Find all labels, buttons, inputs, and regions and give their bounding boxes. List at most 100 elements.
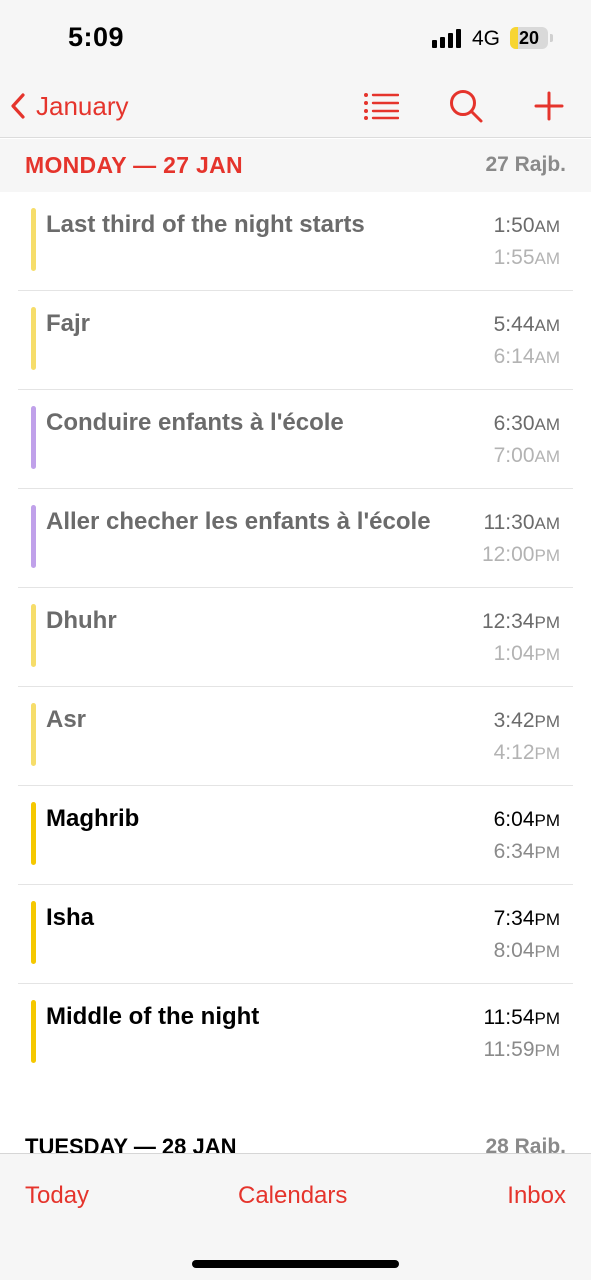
chevron-left-icon bbox=[11, 93, 25, 119]
end-time-value: 7:00 bbox=[493, 444, 535, 467]
day-header: MONDAY — 27 JAN 27 Rajb. bbox=[0, 139, 591, 192]
event-title: Last third of the night starts bbox=[46, 211, 365, 238]
event-title: Aller checher les enfants à l'école bbox=[46, 508, 431, 535]
end-time-ampm: AM bbox=[534, 447, 561, 466]
start-time-ampm: AM bbox=[534, 316, 561, 335]
event-start-time: 1:50AM bbox=[494, 214, 560, 238]
search-icon bbox=[450, 90, 483, 123]
calendar-color-bar bbox=[31, 307, 36, 370]
cellular-signal-icon bbox=[432, 28, 464, 48]
event-row[interactable]: Isha 7:34PM 8:04PM bbox=[0, 885, 591, 984]
start-time-value: 6:30 bbox=[493, 412, 535, 435]
event-row[interactable]: Last third of the night starts 1:50AM 1:55… bbox=[0, 192, 591, 291]
start-time-ampm: PM bbox=[534, 1009, 561, 1028]
event-row[interactable]: Aller checher les enfants à l'école 11:30… bbox=[0, 489, 591, 588]
event-row[interactable]: Fajr 5:44AM 6:14AM bbox=[0, 291, 591, 390]
start-time-ampm: PM bbox=[534, 613, 561, 632]
event-list: Last third of the night starts 1:50AM 1:55… bbox=[0, 192, 591, 1083]
back-button[interactable]: January bbox=[10, 84, 129, 128]
status-bar: 5:09 4G 20 bbox=[0, 0, 591, 76]
hijri-date: 27 Rajb. bbox=[485, 153, 566, 176]
search-button[interactable] bbox=[446, 86, 486, 126]
event-title: Dhuhr bbox=[46, 607, 117, 634]
event-row[interactable]: Conduire enfants à l'école 6:30AM 7:00AM bbox=[0, 390, 591, 489]
end-time-value: 12:00 bbox=[481, 543, 535, 566]
event-title: Middle of the night bbox=[46, 1003, 260, 1030]
start-time-value: 11:54 bbox=[483, 1006, 535, 1029]
add-event-button[interactable] bbox=[529, 86, 569, 126]
calendar-color-bar bbox=[31, 901, 36, 964]
end-time-ampm: AM bbox=[534, 348, 561, 367]
calendar-color-bar bbox=[31, 604, 36, 667]
event-start-time: 11:54PM bbox=[484, 1006, 561, 1030]
end-time-value: 1:55 bbox=[493, 246, 535, 269]
event-end-time: 4:12PM bbox=[494, 741, 560, 765]
home-indicator bbox=[192, 1260, 399, 1268]
status-time: 5:09 bbox=[68, 22, 125, 52]
event-end-time: 6:14AM bbox=[494, 345, 560, 369]
end-time-ampm: PM bbox=[534, 942, 561, 961]
battery-tip bbox=[550, 34, 553, 42]
end-time-ampm: PM bbox=[534, 645, 561, 664]
event-row[interactable]: Asr 3:42PM 4:12PM bbox=[0, 687, 591, 786]
event-start-time: 6:04PM bbox=[494, 808, 560, 832]
event-end-time: 1:04PM bbox=[494, 642, 560, 666]
start-time-value: 1:50 bbox=[493, 214, 535, 237]
end-time-value: 4:12 bbox=[493, 741, 535, 764]
start-time-ampm: PM bbox=[534, 712, 561, 731]
end-time-ampm: PM bbox=[534, 744, 561, 763]
start-time-value: 5:44 bbox=[493, 313, 535, 336]
network-type: 4G bbox=[472, 27, 501, 50]
end-time-ampm: PM bbox=[534, 843, 561, 862]
event-title: Maghrib bbox=[46, 805, 140, 832]
end-time-value: 6:14 bbox=[493, 345, 535, 368]
event-start-time: 11:30AM bbox=[484, 511, 561, 535]
event-end-time: 8:04PM bbox=[494, 939, 560, 963]
today-button[interactable]: Today bbox=[25, 1182, 89, 1210]
event-end-time: 11:59PM bbox=[484, 1038, 561, 1062]
day-title: MONDAY — 27 JAN bbox=[25, 152, 243, 178]
back-button-label: January bbox=[36, 90, 129, 121]
event-title: Conduire enfants à l'école bbox=[46, 409, 344, 436]
start-time-ampm: AM bbox=[534, 217, 561, 236]
start-time-value: 3:42 bbox=[493, 709, 535, 732]
calendars-button[interactable]: Calendars bbox=[238, 1182, 347, 1210]
event-row[interactable]: Dhuhr 12:34PM 1:04PM bbox=[0, 588, 591, 687]
end-time-ampm: PM bbox=[534, 1041, 561, 1060]
start-time-ampm: AM bbox=[534, 415, 561, 434]
start-time-ampm: AM bbox=[534, 514, 561, 533]
start-time-value: 7:34 bbox=[493, 907, 535, 930]
end-time-value: 1:04 bbox=[493, 642, 535, 665]
end-time-ampm: AM bbox=[534, 249, 561, 268]
end-time-value: 8:04 bbox=[493, 939, 535, 962]
event-end-time: 6:34PM bbox=[494, 840, 560, 864]
end-time-value: 6:34 bbox=[493, 840, 535, 863]
calendar-color-bar bbox=[31, 406, 36, 469]
battery-percentage: 20 bbox=[518, 28, 540, 48]
battery-icon: 20 bbox=[510, 27, 548, 49]
calendar-color-bar bbox=[31, 703, 36, 766]
start-time-ampm: PM bbox=[534, 910, 561, 929]
calendar-color-bar bbox=[31, 505, 36, 568]
event-end-time: 12:00PM bbox=[482, 543, 560, 567]
event-title: Fajr bbox=[46, 310, 91, 337]
event-start-time: 5:44AM bbox=[494, 313, 560, 337]
end-time-ampm: PM bbox=[534, 546, 561, 565]
navigation-bar: January bbox=[0, 76, 591, 138]
event-row[interactable]: Middle of the night 11:54PM 11:59PM bbox=[0, 984, 591, 1083]
event-end-time: 7:00AM bbox=[494, 444, 560, 468]
inbox-button[interactable]: Inbox bbox=[507, 1182, 566, 1210]
event-row[interactable]: Maghrib 6:04PM 6:34PM bbox=[0, 786, 591, 885]
event-end-time: 1:55AM bbox=[494, 246, 560, 270]
start-time-value: 11:30 bbox=[483, 511, 535, 534]
event-title: Asr bbox=[46, 706, 87, 733]
event-start-time: 7:34PM bbox=[494, 907, 560, 931]
start-time-ampm: PM bbox=[534, 811, 561, 830]
calendar-color-bar bbox=[31, 1000, 36, 1063]
list-view-icon bbox=[364, 93, 399, 120]
calendar-color-bar bbox=[31, 802, 36, 865]
end-time-value: 11:59 bbox=[483, 1038, 535, 1061]
plus-icon bbox=[534, 91, 564, 121]
event-title: Isha bbox=[46, 904, 95, 931]
list-view-button[interactable] bbox=[361, 86, 401, 126]
